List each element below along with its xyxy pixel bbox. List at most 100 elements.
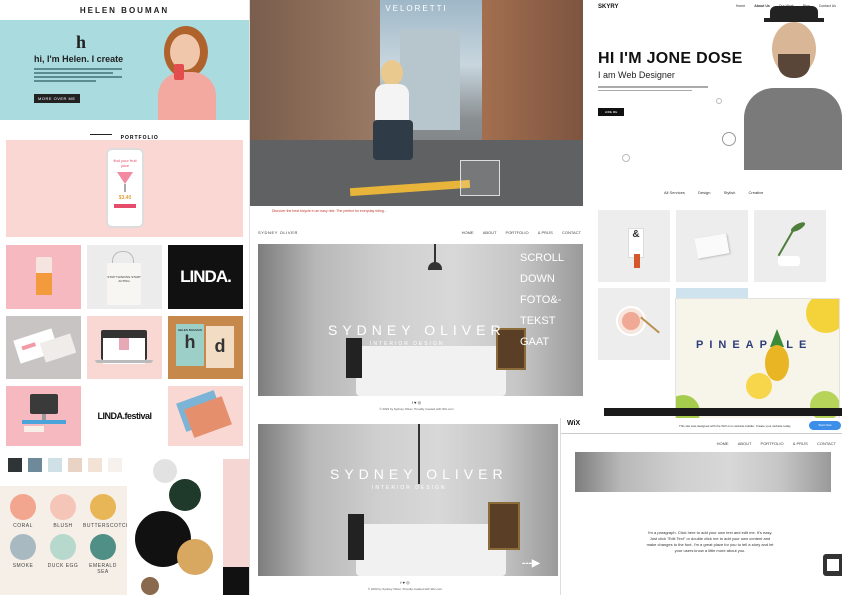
rider-figure [355,60,435,200]
nav-about[interactable]: ABOUT [738,441,752,446]
veloretti-logo[interactable]: VELORETTI [250,4,583,13]
desk-illustration-tile[interactable] [6,386,81,446]
tab-stylish[interactable]: Stylish [724,190,736,195]
linda-logo-tile[interactable]: LINDA. [168,245,243,309]
juice-glass-tile[interactable] [6,245,81,309]
wix-banner-text: This site was designed with the WiX.com … [679,424,792,428]
headboard [346,338,362,378]
sydney-bottom-title: SYDNEY OLIVER [330,466,508,482]
sydney-nav: HOME ABOUT PORTFOLIO & PRIJS CONTACT [454,230,581,235]
wix-nav: HOME ABOUT PORTFOLIO & PRIJS CONTACT [709,441,836,446]
skyry-logo[interactable]: SKYRY [598,4,618,10]
palette-label: EMERALD SEA [89,563,117,575]
wix-logo[interactable]: WiX [567,420,580,427]
skyry-subtitle: I am Web Designer [598,70,675,80]
start-now-button[interactable]: Start Now [809,421,841,430]
circle-green [169,479,201,511]
arrow-icon[interactable]: ---▶ [522,558,540,569]
linda-festival-text: LINDA.festival [97,411,152,421]
nav-contact[interactable]: CONTACT [817,441,836,446]
deco-yellow-circle [806,299,839,333]
nav-prijs[interactable]: & PRIJS [538,230,553,235]
palette-label: DUCK EGG [47,563,79,569]
dark-toolbar [604,408,842,416]
skyry-headline: HI I'M JONE DOSE [598,50,743,67]
sydney-logo[interactable]: SYDNEY OLIVER [258,230,298,235]
phone-mockup-tile[interactable]: find your fruit juice $3.40 [6,140,243,237]
sydney-oliver-bottom: SYDNEY OLIVER INTERIOR DESIGN ---▶ f ♥ ◎… [250,416,560,595]
social-icons[interactable]: f ♥ ◎ [250,400,583,405]
circle-palette [127,455,249,595]
more-over-me-button[interactable]: MORE OVER ME [34,94,80,103]
lemon-slice [746,373,772,399]
scroll-line: TEKST [520,315,556,327]
deco-circle [716,98,722,104]
palette-dot-blush [50,494,76,520]
wix-chat-widget[interactable] [823,554,842,576]
sydney-bottom-footer: © 2023 by Sydney Oliver. Proudly created… [367,587,443,591]
bed [356,346,506,396]
wix-paragraph[interactable]: I'm a paragraph. Click here to add your … [645,530,775,554]
nav-portfolio[interactable]: PORTFOLIO [506,230,529,235]
helen-intro-lines [34,68,122,82]
palette-dot-butterscotch [90,494,116,520]
laptop-tile[interactable] [87,316,162,379]
magazine-tile[interactable] [168,386,243,446]
tote-bag-text: STOP THINKING START ACTING [107,263,141,305]
pineapple-card[interactable]: PINEAPPLE [675,298,840,420]
helen-logo-letter: h [76,32,87,52]
deco-circle [622,154,630,162]
tab-all-services[interactable]: All Services [664,190,685,195]
tote-bag-tile[interactable]: STOP THINKING START ACTING [87,245,162,309]
helen-site: HELEN BOUMAN h hi, I'm Helen. I create M… [0,0,249,595]
scroll-overlay-text: SCROLL DOWN FOTO&- TEKST GAAT [520,248,564,353]
sydney-hero-subtitle: INTERIOR DESIGN [370,341,445,347]
sydney-bottom-subtitle: INTERIOR DESIGN [372,485,447,491]
business-card-tile[interactable] [6,316,81,379]
helen-headline: hi, I'm Helen. I create [34,54,124,64]
veloretti-caption-bar: Discover the best bicycle in an easy rid… [250,206,583,216]
linda-logo-text: LINDA. [180,267,232,286]
skyry-intro [598,86,708,91]
lamp [434,244,436,264]
veloretti-caption: Discover the best bicycle in an easy rid… [272,209,387,213]
nav-prijs[interactable]: & PRIJS [793,441,808,446]
scroll-line: FOTO&- [520,294,562,306]
nav-about[interactable]: ABOUT [483,230,497,235]
nav-contact[interactable]: CONTACT [562,230,581,235]
painting [488,502,520,550]
portfolio-tile-matches[interactable]: & [598,210,670,282]
social-icons[interactable]: f ♥ ◎ [250,580,560,585]
palette-dot-smoke [10,534,36,560]
nav-home[interactable]: HOME [717,441,729,446]
palette-label: BLUSH [53,523,73,529]
portfolio-tile-cards[interactable] [676,210,748,282]
skyry-filter-tabs: All Services Design Stylish Creative [664,190,763,195]
tab-creative[interactable]: Creative [749,190,764,195]
portfolio-tile-plant[interactable] [754,210,826,282]
nav-home[interactable]: HOME [462,230,474,235]
veloretti-site: VELORETTI Discover the best bicycle in a… [250,0,583,216]
helen-name[interactable]: HELEN BOUMAN [80,6,169,15]
palette-label: CORAL [13,523,33,529]
swatch [68,458,82,472]
lamp-shade [428,262,442,270]
headboard [348,514,364,560]
linda-festival-tile[interactable]: LINDA.festival [87,386,162,446]
tab-design[interactable]: Design [698,190,710,195]
swatch [88,458,102,472]
sydney-hero-image: SYDNEY OLIVER INTERIOR DESIGN SCROLL DOW… [258,244,583,396]
nav-portfolio[interactable]: PORTFOLIO [761,441,784,446]
color-palette-card: CORAL BLUSH BUTTERSCOTCH SMOKE DUCK EGG … [0,486,131,595]
palette-label: BUTTERSCOTCH [83,523,131,529]
skyry-site: SKYRY Home About Us Our Work Blog Contac… [584,0,842,208]
hire-me-button[interactable]: HIRE ME [598,108,624,116]
palette-label: SMOKE [12,563,34,569]
portfolio-tile-cream[interactable] [598,288,670,360]
circle-brown [141,577,159,595]
color-swatch-row [8,458,128,472]
scroll-line: DOWN [520,273,555,285]
circle-tan [177,539,213,575]
book-cover-tile[interactable]: HELEN BOUMAN h d [168,316,243,379]
helen-hero: h hi, I'm Helen. I create MORE OVER ME [0,20,249,120]
